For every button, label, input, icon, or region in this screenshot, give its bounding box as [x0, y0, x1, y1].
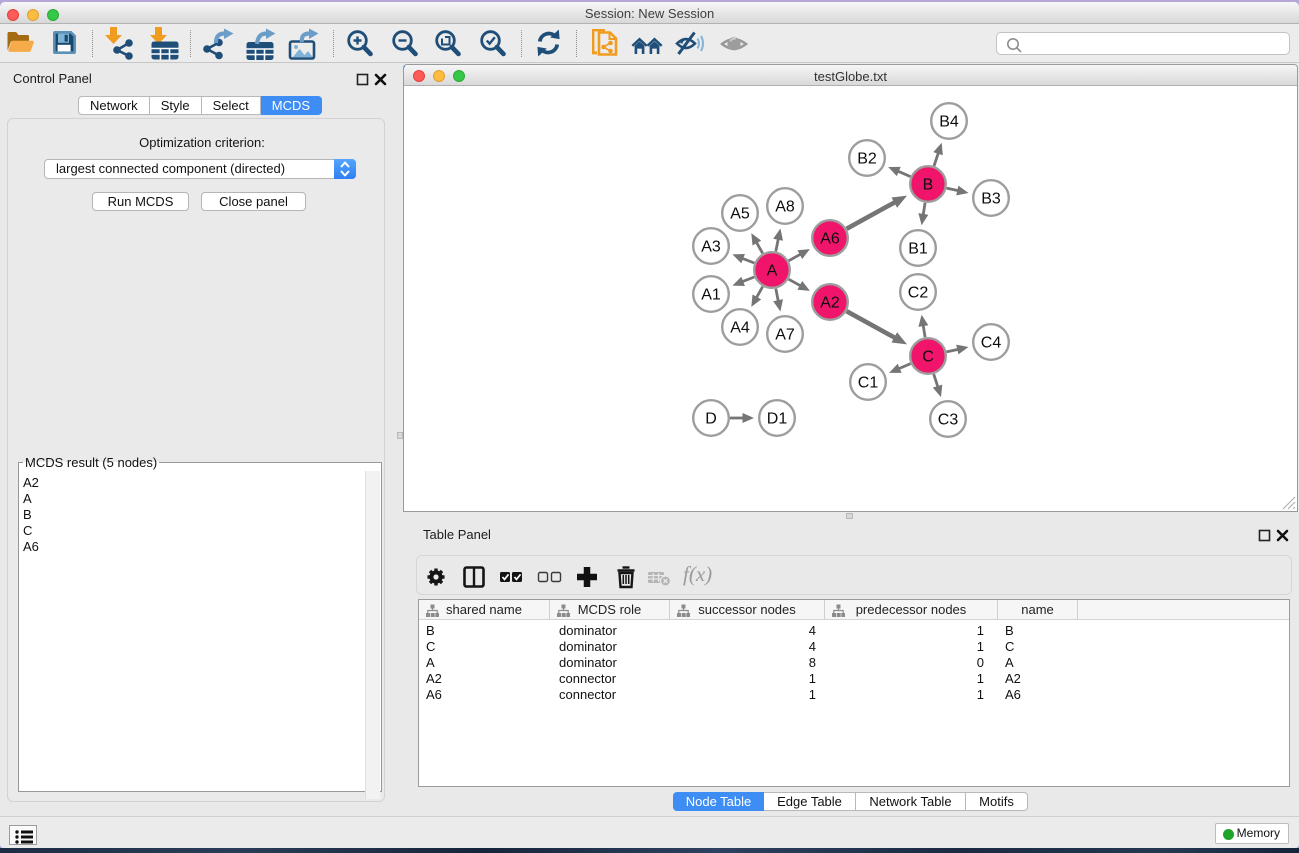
svg-text:D1: D1	[767, 411, 788, 428]
svg-text:B3: B3	[981, 191, 1001, 208]
svg-text:C: C	[922, 349, 934, 366]
svg-text:B4: B4	[939, 114, 959, 131]
svg-text:C2: C2	[908, 285, 929, 302]
svg-text:C3: C3	[938, 412, 959, 429]
svg-text:A7: A7	[775, 327, 795, 344]
svg-text:A1: A1	[701, 287, 721, 304]
svg-text:B2: B2	[857, 151, 877, 168]
svg-text:A4: A4	[730, 320, 750, 337]
svg-text:D: D	[705, 411, 717, 428]
svg-text:B1: B1	[908, 241, 928, 258]
svg-text:C1: C1	[858, 375, 879, 392]
svg-text:A3: A3	[701, 239, 721, 256]
svg-text:C4: C4	[981, 335, 1002, 352]
svg-text:B: B	[923, 177, 934, 194]
svg-text:A8: A8	[775, 199, 795, 216]
svg-text:A2: A2	[820, 295, 840, 312]
svg-text:A6: A6	[820, 231, 840, 248]
svg-text:A5: A5	[730, 206, 750, 223]
svg-text:A: A	[767, 263, 778, 280]
